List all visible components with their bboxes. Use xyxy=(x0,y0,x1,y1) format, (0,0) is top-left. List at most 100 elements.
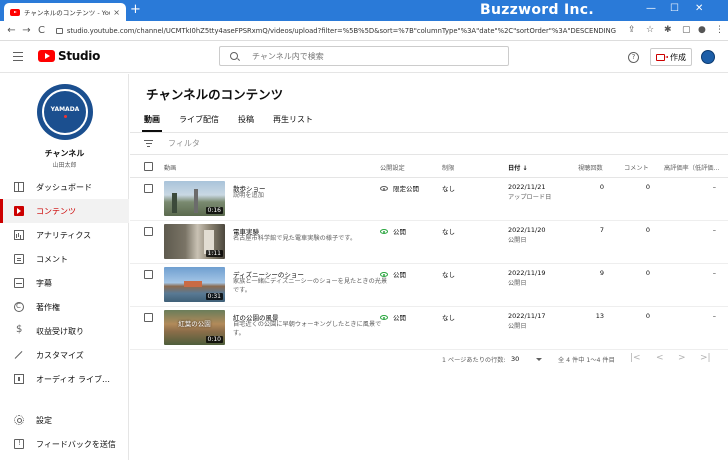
table-row[interactable]: 紅葉の公園 0:10 紅の公園の風景 自宅近くの公園に早朝ウォーキングしたときに… xyxy=(130,308,728,350)
table-row[interactable]: 0:31 ディズニーシーのショー 家族と一緒にディズニーシーのショーを見たときの… xyxy=(130,265,728,307)
table-row[interactable]: 0:16 散歩ショー 説明を追加 限定公開 なし 2022/11/21 アップロ… xyxy=(130,179,728,221)
chevron-down-icon[interactable] xyxy=(536,358,542,361)
sidebar-item-content[interactable]: コンテンツ xyxy=(0,199,129,223)
sidebar-item-subtitles[interactable]: 字幕 xyxy=(0,271,129,295)
column-date[interactable]: 日付 ↓ xyxy=(508,163,528,172)
column-restrictions[interactable]: 制限 xyxy=(442,163,454,172)
first-page-icon[interactable]: |< xyxy=(630,353,641,363)
sidebar-item-label: フィードバックを送信 xyxy=(36,439,116,449)
row-checkbox[interactable] xyxy=(144,270,153,279)
video-thumbnail[interactable]: 1:11 xyxy=(164,224,225,259)
sidebar-item-dashboard[interactable]: ダッシュボード xyxy=(0,175,129,199)
filter-icon[interactable] xyxy=(144,139,153,148)
row-checkbox[interactable] xyxy=(144,184,153,193)
visibility-cell[interactable]: 公開 xyxy=(380,226,406,236)
public-eye-icon xyxy=(380,271,388,277)
likes-value: – xyxy=(712,269,716,277)
feedback-icon xyxy=(14,439,24,449)
sidebar-item-comments[interactable]: コメント xyxy=(0,247,129,271)
views-value: 9 xyxy=(599,269,604,277)
visibility-label: 限定公開 xyxy=(393,185,419,193)
table-header: 動画 公開設定 制限 日付 ↓ 視聴回数 コメント 高評価率（低評価... xyxy=(130,156,728,178)
rows-per-page-select[interactable]: 30 xyxy=(511,355,519,363)
sidebar-item-audio-library[interactable]: オーディオ ライブ… xyxy=(0,367,129,391)
sidebar-item-settings[interactable]: 設定 xyxy=(0,408,129,432)
last-page-icon[interactable]: >| xyxy=(700,353,711,363)
row-checkbox[interactable] xyxy=(144,227,153,236)
sidebar-item-monetization[interactable]: 収益受け取り xyxy=(0,319,129,343)
share-icon[interactable]: ⇪ xyxy=(628,25,636,35)
visibility-label: 公開 xyxy=(393,228,406,236)
monetization-icon xyxy=(14,324,24,336)
video-thumbnail[interactable]: 0:31 xyxy=(164,267,225,302)
restrictions-value: なし xyxy=(442,185,455,193)
restrictions-value: なし xyxy=(442,228,455,236)
reload-icon[interactable]: C xyxy=(34,25,49,36)
column-likes[interactable]: 高評価率（低評価... xyxy=(664,163,719,172)
visibility-cell[interactable]: 限定公開 xyxy=(380,183,419,193)
row-checkbox[interactable] xyxy=(144,313,153,322)
search-box[interactable] xyxy=(219,46,509,66)
visibility-cell[interactable]: 公開 xyxy=(380,312,406,322)
account-avatar[interactable] xyxy=(701,50,715,64)
minimize-icon[interactable]: — xyxy=(646,3,656,14)
tab-posts[interactable]: 投稿 xyxy=(238,110,254,132)
sidebar-item-label: 収益受け取り xyxy=(36,326,84,336)
channel-avatar-dot xyxy=(63,115,67,118)
extensions-icon[interactable]: ✱ xyxy=(664,25,672,35)
tab-videos[interactable]: 動画 xyxy=(142,110,162,132)
filter-bar[interactable]: フィルタ xyxy=(130,133,728,155)
visibility-label: 公開 xyxy=(393,271,406,279)
column-comments[interactable]: コメント xyxy=(624,163,649,172)
prev-page-icon[interactable]: < xyxy=(656,353,664,363)
maximize-icon[interactable]: ☐ xyxy=(670,3,679,14)
lock-icon xyxy=(56,28,63,34)
browser-tab[interactable]: チャンネルのコンテンツ - YouTube Stu × xyxy=(4,3,126,21)
sidebar-item-feedback[interactable]: フィードバックを送信 xyxy=(0,432,129,456)
sidepanel-icon[interactable]: ▢ xyxy=(682,25,691,35)
sidebar-item-customization[interactable]: カスタマイズ xyxy=(0,343,129,367)
sidebar-item-analytics[interactable]: アナリティクス xyxy=(0,223,129,247)
pagination: 1 ページあたりの行数: 30 全 4 件中 1～4 件目 |< < > >| xyxy=(130,348,728,370)
visibility-cell[interactable]: 公開 xyxy=(380,269,406,279)
sidebar-item-label: コンテンツ xyxy=(36,206,76,216)
column-views[interactable]: 視聴回数 xyxy=(578,163,603,172)
sidebar-item-copyright[interactable]: 著作権 xyxy=(0,295,129,319)
date-value: 2022/11/21 xyxy=(508,183,546,191)
date-status: 公開日 xyxy=(508,237,527,244)
create-button[interactable]: 作成 xyxy=(650,48,692,66)
menu-icon[interactable] xyxy=(13,52,23,64)
video-thumbnail[interactable]: 0:16 xyxy=(164,181,225,216)
forward-icon[interactable]: → xyxy=(19,25,34,36)
column-visibility[interactable]: 公開設定 xyxy=(380,163,405,172)
profile-icon[interactable]: ● xyxy=(698,25,706,35)
create-label: 作成 xyxy=(670,52,686,62)
new-tab-button[interactable]: + xyxy=(130,3,141,17)
tab-playlists[interactable]: 再生リスト xyxy=(273,110,313,132)
bookmark-star-icon[interactable]: ☆ xyxy=(646,25,654,35)
url-field[interactable]: studio.youtube.com/channel/UCMTkI0hZ5tty… xyxy=(56,24,616,38)
window-close-icon[interactable]: ✕ xyxy=(695,3,703,14)
visibility-label: 公開 xyxy=(393,314,406,322)
sidebar-nav: ダッシュボード コンテンツ アナリティクス コメント 字幕 著作権 収益受け取り xyxy=(0,175,129,391)
main-content: チャンネルのコンテンツ 動画 ライブ配信 投稿 再生リスト フィルタ 動画 公開… xyxy=(130,74,728,460)
tab-live[interactable]: ライブ配信 xyxy=(179,110,219,132)
next-page-icon[interactable]: > xyxy=(678,353,686,363)
tab-close-icon[interactable]: × xyxy=(113,8,120,17)
likes-value: – xyxy=(712,312,716,320)
help-icon[interactable]: ? xyxy=(628,52,639,63)
channel-avatar[interactable]: YAMADA xyxy=(37,84,93,140)
settings-icon xyxy=(14,415,24,425)
sidebar-item-label: オーディオ ライブ… xyxy=(36,374,110,384)
views-value: 13 xyxy=(595,312,604,320)
studio-logo[interactable]: Studio xyxy=(38,49,100,63)
browser-menu-icon[interactable]: ⋮ xyxy=(715,25,724,35)
date-value: 2022/11/17 xyxy=(508,312,546,320)
select-all-checkbox[interactable] xyxy=(144,162,153,171)
video-thumbnail[interactable]: 紅葉の公園 0:10 xyxy=(164,310,225,345)
search-input[interactable] xyxy=(252,51,482,61)
comments-value: 0 xyxy=(645,269,650,277)
table-row[interactable]: 1:11 電車実験 名古屋市科学館で見た電車実験の様子です。 公開 なし 202… xyxy=(130,222,728,264)
back-icon[interactable]: ← xyxy=(4,25,19,36)
filter-input[interactable]: フィルタ xyxy=(168,138,200,149)
